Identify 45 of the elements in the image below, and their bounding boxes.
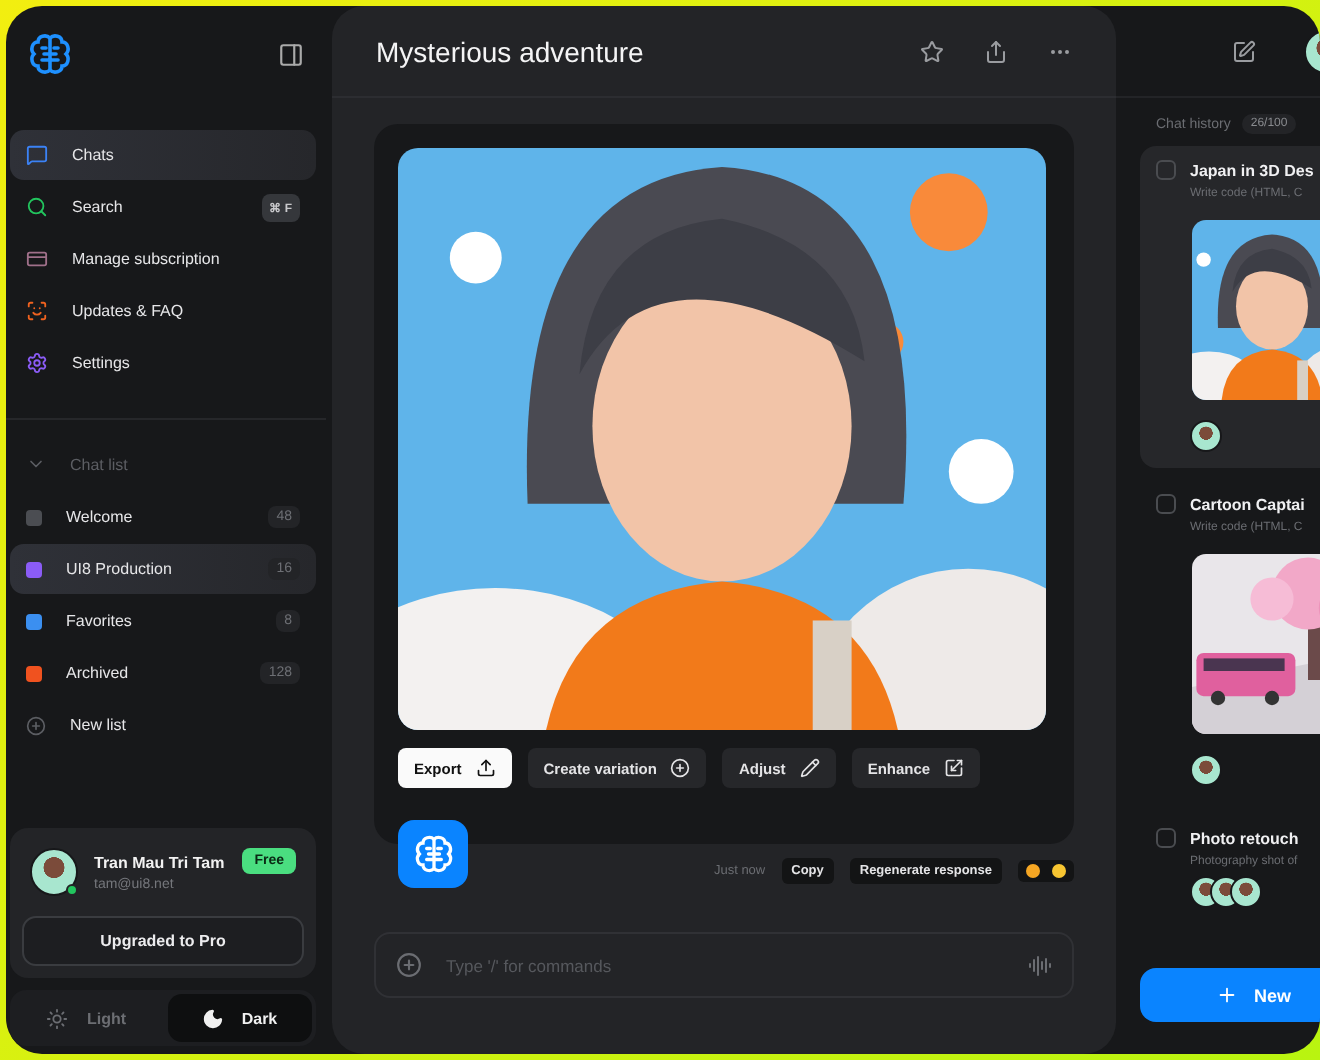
moon-icon	[201, 1007, 224, 1029]
history-item-title: Cartoon Captai	[1190, 495, 1305, 513]
list-label: Welcome	[66, 508, 133, 526]
avatar	[1190, 754, 1222, 786]
new-chat-button[interactable]: New	[1140, 968, 1320, 1022]
voice-icon[interactable]	[1028, 953, 1052, 977]
user-name: Tran Mau Tri Tam	[94, 853, 225, 871]
nav-label: Updates & FAQ	[72, 302, 184, 320]
sun-icon	[46, 1007, 69, 1029]
theme-button[interactable]: Dark	[167, 994, 312, 1042]
history-item-title: Japan in 3D Des	[1190, 161, 1314, 179]
upgrade-button[interactable]: Upgraded to Pro	[22, 916, 304, 966]
nav-label: Settings	[72, 354, 130, 372]
avatar	[1190, 420, 1222, 452]
nav-item[interactable]: Updates & FAQ	[10, 286, 316, 336]
upload-icon	[475, 758, 496, 779]
nav-item[interactable]: Chats	[10, 130, 316, 180]
nav-item[interactable]: Manage subscription	[10, 234, 316, 284]
section-title: Chat list	[70, 455, 128, 473]
plus-icon	[670, 758, 691, 779]
checkbox[interactable]	[1156, 494, 1176, 514]
brain-logo-icon	[26, 30, 74, 78]
share-icon[interactable]	[984, 39, 1008, 63]
avatar	[1230, 876, 1262, 908]
checkbox[interactable]	[1156, 160, 1176, 180]
nav-label: Search	[72, 198, 123, 216]
add-icon	[26, 715, 46, 735]
new-list-button[interactable]: New list	[10, 700, 316, 750]
nav-label: Manage subscription	[72, 250, 220, 268]
add-icon[interactable]	[396, 952, 422, 978]
brain-logo-icon	[411, 832, 455, 877]
chat-title: Mysterious adventure	[376, 35, 644, 67]
history-item-title: Photo retouch	[1190, 829, 1299, 847]
nav-item[interactable]: Settings	[10, 338, 316, 388]
checkbox[interactable]	[1156, 828, 1176, 848]
expand-icon	[944, 758, 965, 779]
compose-icon[interactable]	[1232, 39, 1256, 63]
sidebar-toggle-icon[interactable]	[278, 41, 304, 67]
nav-label: Chats	[72, 146, 114, 164]
plus-icon	[1216, 984, 1238, 1006]
list-label: UI8 Production	[66, 560, 172, 578]
pencil-icon	[799, 758, 820, 779]
list-label: Favorites	[66, 612, 132, 630]
list-label: Archived	[66, 664, 129, 682]
star-icon[interactable]	[920, 39, 944, 63]
